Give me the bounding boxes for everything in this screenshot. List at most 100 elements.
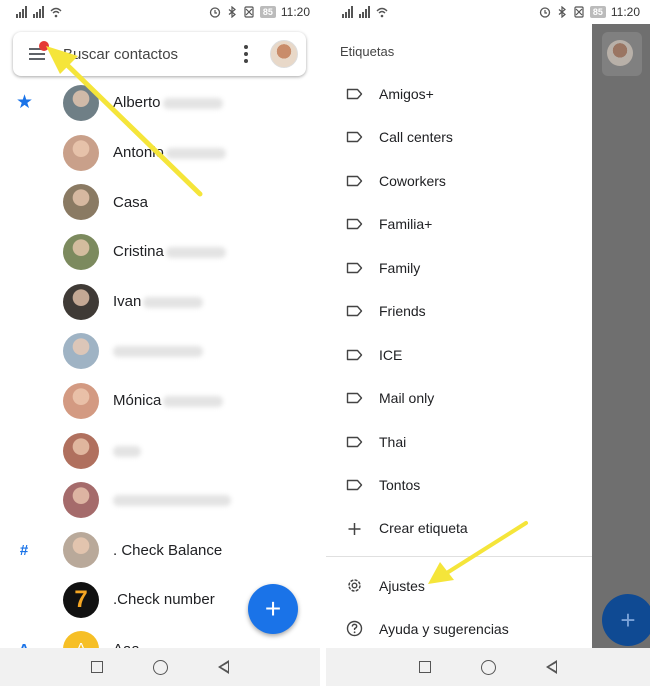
battery-level: 85 xyxy=(589,6,606,18)
label-item[interactable]: Coworkers xyxy=(326,159,592,203)
blurred-name xyxy=(113,346,203,358)
contact-name-text: Mónica xyxy=(113,392,162,410)
blurred-surname xyxy=(165,246,226,258)
contact-avatar xyxy=(63,184,99,221)
signal-icon xyxy=(33,6,44,18)
label-text: Coworkers xyxy=(379,172,446,189)
signal-icon xyxy=(359,6,370,18)
blurred-surname xyxy=(165,147,226,159)
label-tag-icon xyxy=(346,305,363,317)
account-avatar[interactable] xyxy=(270,40,298,68)
no-sim-icon xyxy=(574,6,584,18)
contact-row[interactable]: Ivan xyxy=(0,277,320,327)
home-icon[interactable] xyxy=(481,659,496,675)
label-item[interactable]: Friends xyxy=(326,290,592,334)
back-icon[interactable] xyxy=(218,660,229,674)
label-item[interactable]: Amigos+ xyxy=(326,72,592,116)
bluetooth-icon xyxy=(558,6,566,18)
bluetooth-icon xyxy=(228,6,236,18)
settings-text: Ajustes xyxy=(379,577,425,594)
contact-name-text: Antonio xyxy=(113,144,164,162)
contact-name: Antonio xyxy=(113,144,226,161)
contact-avatar xyxy=(63,333,99,370)
contact-avatar xyxy=(63,382,99,419)
label-tag-icon xyxy=(346,218,363,230)
navigation-drawer: Etiquetas Amigos+ Call centers Coworkers Fa… xyxy=(326,24,592,686)
label-text: Call centers xyxy=(379,129,453,146)
contact-name xyxy=(113,492,231,509)
status-indicators: 85 11:20 xyxy=(209,5,310,19)
help-feedback-item[interactable]: Ayuda y sugerencias xyxy=(326,608,592,652)
create-label-item[interactable]: Crear etiqueta xyxy=(326,506,592,550)
alarm-icon xyxy=(209,7,220,18)
blurred-surname xyxy=(143,296,204,308)
contact-avatar xyxy=(63,532,99,569)
status-bar: 85 11:20 xyxy=(0,0,320,24)
status-bar: 85 11:20 xyxy=(326,0,650,24)
label-item[interactable]: Call centers xyxy=(326,116,592,160)
label-item[interactable]: Mail only xyxy=(326,377,592,421)
label-text: Thai xyxy=(379,433,407,450)
system-nav-bar xyxy=(0,648,320,686)
contact-row[interactable] xyxy=(0,426,320,476)
contact-name: .Check number xyxy=(113,591,215,608)
more-options-icon[interactable] xyxy=(236,43,256,65)
labels-heading: Etiquetas xyxy=(340,44,395,59)
settings-item[interactable]: Ajustes xyxy=(326,564,592,608)
contact-name-text: Casa xyxy=(113,193,149,211)
search-bar[interactable]: Buscar contactos xyxy=(13,32,306,76)
contact-row[interactable]: Antonio xyxy=(0,128,320,178)
contact-row[interactable]: Cristina xyxy=(0,227,320,277)
contact-name-text: Ivan xyxy=(113,293,142,311)
contact-name: Ivan xyxy=(113,293,204,311)
label-text: Friends xyxy=(379,303,426,320)
label-item[interactable]: Thai xyxy=(326,420,592,464)
home-icon[interactable] xyxy=(153,659,168,675)
contact-name: . Check Balance xyxy=(113,542,222,559)
contact-row[interactable] xyxy=(0,476,320,526)
blurred-name xyxy=(113,495,231,507)
contact-row[interactable]: # . Check Balance xyxy=(0,525,320,575)
hamburger-menu-icon[interactable] xyxy=(27,41,49,64)
signal-icon xyxy=(16,6,27,18)
label-tag-icon xyxy=(346,262,363,274)
label-item[interactable]: Family xyxy=(326,246,592,290)
recents-icon[interactable] xyxy=(419,661,431,673)
contact-row[interactable]: Mónica xyxy=(0,376,320,426)
status-signal xyxy=(342,6,388,18)
contact-avatar xyxy=(63,283,99,320)
clock: 11:20 xyxy=(280,5,310,19)
alarm-icon xyxy=(539,7,550,18)
help-icon xyxy=(346,621,363,637)
clock: 11:20 xyxy=(610,5,640,19)
system-nav-bar xyxy=(326,648,650,686)
label-list: Amigos+ Call centers Coworkers Familia+ Fami… xyxy=(326,72,592,507)
label-tag-icon xyxy=(346,436,363,448)
battery-level: 85 xyxy=(259,6,276,18)
label-item[interactable]: Familia+ xyxy=(326,203,592,247)
contact-row[interactable]: Casa xyxy=(0,177,320,227)
back-icon[interactable] xyxy=(546,660,557,674)
section-letter: # xyxy=(19,541,29,559)
label-item[interactable]: Tontos xyxy=(326,464,592,508)
drawer-scrim[interactable]: + xyxy=(592,24,650,686)
contact-name-text: Alberto xyxy=(113,94,161,112)
no-sim-icon xyxy=(244,6,254,18)
drawer-footer: Ajustes Ayuda y sugerencias xyxy=(326,564,592,651)
label-tag-icon xyxy=(346,175,363,187)
contact-row[interactable]: ★ Alberto xyxy=(0,78,320,128)
contact-name-text: .Check number xyxy=(113,591,215,609)
search-input[interactable]: Buscar contactos xyxy=(63,46,236,63)
contact-name: Mónica xyxy=(113,392,224,410)
label-item[interactable]: ICE xyxy=(326,333,592,377)
contact-avatar xyxy=(63,134,99,171)
status-signal xyxy=(16,6,62,18)
recents-icon[interactable] xyxy=(91,661,103,673)
add-contact-button[interactable]: + xyxy=(248,584,298,634)
label-text: Tontos xyxy=(379,477,421,494)
dimmed-account-avatar xyxy=(602,32,642,76)
contact-name-text: Cristina xyxy=(113,243,164,261)
contact-row[interactable] xyxy=(0,326,320,376)
blurred-surname xyxy=(163,396,224,407)
plus-icon xyxy=(346,522,363,535)
